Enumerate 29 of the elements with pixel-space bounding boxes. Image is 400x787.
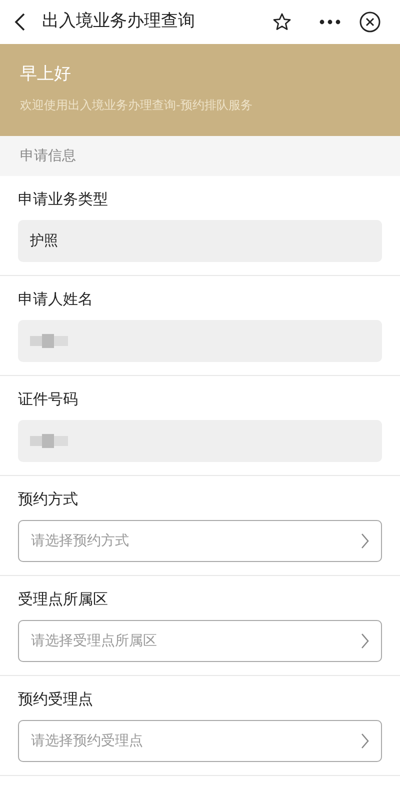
star-icon [272,12,292,32]
input-field[interactable] [18,320,382,362]
select-field[interactable]: 请选择预约方式 [18,520,382,562]
chevron-icon [361,733,369,749]
page-title: 出入境业务办理查询 [42,10,195,34]
welcome-text: 欢迎使用出入境业务办理查询-预约排队服务 [20,96,254,114]
field-label: 申请业务类型 [18,189,109,210]
greeting-text: 早上好 [20,63,72,86]
close-icon [359,11,381,33]
chevron-icon [361,533,369,549]
chevron-icon [361,633,369,649]
placeholder-text: 请选择受理点所属区 [31,632,157,650]
back-icon[interactable] [14,12,26,32]
blurred-value [30,334,70,348]
blurred-value [30,434,70,448]
section-title: 申请信息 [20,146,76,166]
field-label: 申请人姓名 [18,289,94,310]
field-label: 预约受理点 [18,689,94,710]
field-label: 预约方式 [18,489,79,510]
placeholder-text: 请选择预约方式 [31,532,129,550]
placeholder-text: 请选择预约受理点 [31,732,143,750]
select-field[interactable]: 请选择预约受理点 [18,720,382,762]
input-field[interactable]: 护照 [18,220,382,262]
select-field[interactable]: 请选择受理点所属区 [18,620,382,662]
field-label: 受理点所属区 [18,589,109,610]
field-value: 护照 [30,232,58,250]
more-icon [319,19,341,25]
field-label: 证件号码 [18,389,79,410]
input-field[interactable] [18,420,382,462]
